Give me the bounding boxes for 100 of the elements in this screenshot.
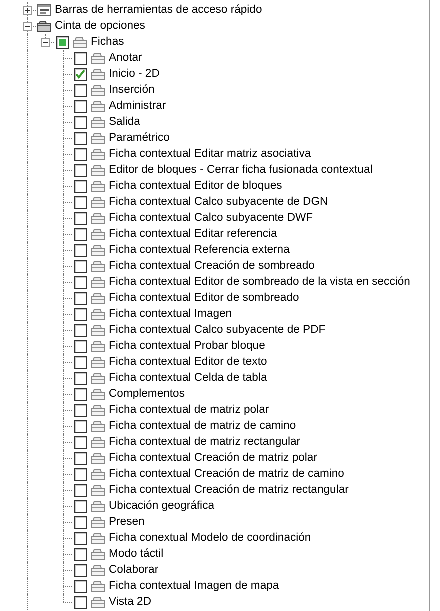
checkbox[interactable] [74, 580, 87, 592]
folder-icon [90, 355, 106, 369]
checkbox[interactable] [74, 484, 87, 496]
tree-item[interactable]: Cinta de opciones [55, 18, 146, 34]
tree-item[interactable]: Ficha contextual Editor de sombreado de la vista en sección [109, 274, 410, 290]
checkbox[interactable] [74, 436, 87, 448]
tree-item[interactable]: Ficha contextual Imagen de mapa [109, 578, 280, 594]
checkbox[interactable] [74, 420, 87, 432]
tree-item[interactable]: Ficha contextual Referencia externa [109, 242, 290, 258]
checkbox[interactable] [74, 340, 87, 352]
checkbox[interactable] [74, 260, 87, 272]
checkbox[interactable] [74, 100, 87, 112]
folder-icon [90, 419, 106, 433]
checkbox[interactable] [74, 228, 87, 240]
folder-icon [90, 163, 106, 177]
tree-item[interactable]: Inserción [109, 82, 155, 98]
tree-item[interactable]: Ficha contextual Creación de matriz rectangular [109, 482, 349, 498]
checkbox[interactable] [74, 516, 87, 528]
checkbox[interactable] [74, 84, 87, 96]
folder-icon [90, 467, 106, 481]
tree-item[interactable]: Colaborar [109, 562, 159, 578]
checkbox[interactable] [74, 276, 87, 288]
checkbox[interactable] [74, 324, 87, 336]
tree-item[interactable]: Ficha contextual Calco subyacente de DGN [109, 194, 328, 210]
checkbox[interactable] [74, 404, 87, 416]
collapse-icon[interactable] [41, 38, 50, 46]
tree-item[interactable]: Ficha contextual Creación de matriz de camino [109, 466, 344, 482]
folder-icon [90, 99, 106, 113]
tree-item[interactable]: Complementos [109, 386, 185, 402]
tree-item[interactable]: Ficha contextual Editar referencia [109, 226, 278, 242]
folder-icon [90, 131, 106, 145]
checkbox[interactable] [74, 532, 87, 544]
tree-item[interactable]: Ficha contextual Editor de sombreado [109, 290, 300, 306]
folder-icon [90, 547, 106, 561]
checkbox[interactable] [74, 452, 87, 464]
tree-item[interactable]: Salida [109, 114, 140, 130]
tree-item[interactable]: Ficha contextual Editor de bloques [109, 178, 282, 194]
checkbox[interactable] [74, 388, 87, 400]
folder-icon [90, 515, 106, 529]
folder-icon [90, 179, 106, 193]
tree-item[interactable]: Ficha contextual Creación de matriz polar [109, 450, 318, 466]
tree-item[interactable]: Ficha contextual Editar matriz asociativa [109, 146, 312, 162]
checkbox[interactable] [74, 596, 87, 608]
tree-item[interactable]: Administrar [109, 98, 166, 114]
tree-item[interactable]: Ficha contextual Celda de tabla [109, 370, 268, 386]
folder-icon [90, 403, 106, 417]
folder-icon [90, 483, 106, 497]
folder-icon [90, 227, 106, 241]
checkbox[interactable] [74, 212, 87, 224]
tree-item[interactable]: Ficha contextual Calco subyacente DWF [109, 210, 314, 226]
tree-item[interactable]: Ubicación geográfica [109, 498, 215, 514]
folder-icon [90, 323, 106, 337]
collapse-icon[interactable] [23, 22, 32, 30]
tree-item[interactable]: Ficha contextual de matriz rectangular [109, 434, 301, 450]
checkbox[interactable] [56, 36, 69, 48]
tree-item[interactable]: Ficha contextual de matriz polar [109, 402, 270, 418]
tree-item[interactable]: Ficha conextual Modelo de coordinación [109, 530, 312, 546]
tree-item[interactable]: Fichas [91, 34, 124, 50]
checkbox[interactable] [74, 468, 87, 480]
expand-icon[interactable] [23, 6, 32, 14]
checkbox[interactable] [74, 52, 87, 64]
tree-item[interactable]: Ficha contextual de matriz de camino [109, 418, 296, 434]
folder-icon [90, 275, 106, 289]
checkbox[interactable] [74, 308, 87, 320]
tree-item[interactable]: Vista 2D [109, 594, 152, 610]
folder-icon [90, 51, 106, 65]
tree-item[interactable]: Ficha contextual Creación de sombreado [109, 258, 315, 274]
tree-item[interactable]: Modo táctil [109, 546, 164, 562]
checkbox[interactable] [74, 564, 87, 576]
folder-icon [90, 307, 106, 321]
folder-icon [90, 211, 106, 225]
folder-icon [90, 291, 106, 305]
tree-item[interactable]: Ficha contextual Editor de texto [109, 354, 268, 370]
tree-item[interactable]: Ficha contextual Calco subyacente de PDF [109, 322, 326, 338]
checkbox[interactable] [74, 116, 87, 128]
tree-item[interactable]: Anotar [109, 50, 142, 66]
tree-item[interactable]: Presen [109, 514, 145, 530]
checkbox[interactable] [74, 548, 87, 560]
checkbox[interactable] [74, 244, 87, 256]
checkbox[interactable] [74, 180, 87, 192]
tree-item[interactable]: Inicio - 2D [109, 66, 160, 82]
checkbox[interactable] [74, 372, 87, 384]
tree-item[interactable]: Editor de bloques - Cerrar ficha fusionada contextual [109, 162, 373, 178]
checkbox[interactable] [74, 292, 87, 304]
folder-icon [90, 451, 106, 465]
checkbox[interactable] [74, 356, 87, 368]
toolbar-icon [36, 3, 52, 17]
folder-icon [90, 147, 106, 161]
checkbox[interactable] [74, 68, 87, 80]
checkbox[interactable] [74, 164, 87, 176]
checkbox[interactable] [74, 132, 87, 144]
checkbox[interactable] [74, 148, 87, 160]
folder-icon [90, 371, 106, 385]
checkbox[interactable] [74, 500, 87, 512]
tree-item[interactable]: Ficha contextual Imagen [109, 306, 232, 322]
tree-item[interactable]: Barras de herramientas de acceso rápido [55, 2, 262, 18]
checkbox[interactable] [74, 196, 87, 208]
folder-icon [90, 259, 106, 273]
tree-item[interactable]: Ficha contextual Probar bloque [109, 338, 266, 354]
tree-item[interactable]: Paramétrico [109, 130, 170, 146]
